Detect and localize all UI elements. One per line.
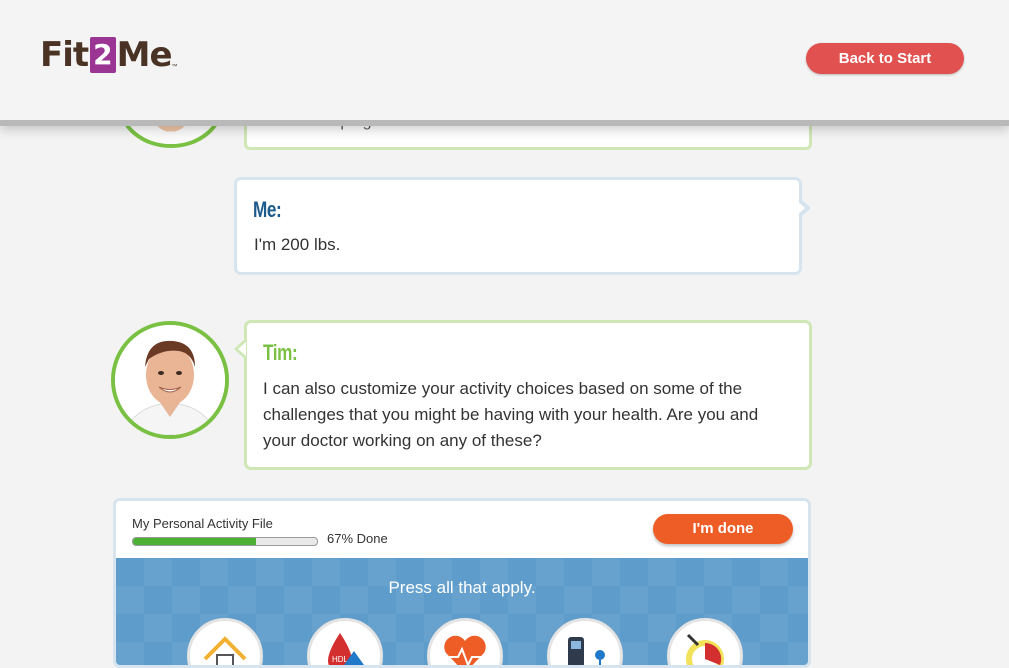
- blood-sugar-meter-icon[interactable]: [547, 618, 623, 665]
- activity-file-title: My Personal Activity File: [132, 516, 273, 531]
- pie-chart-icon[interactable]: [667, 618, 743, 665]
- health-challenge-choices: Press all that apply. HDL: [116, 558, 808, 665]
- heart-icon[interactable]: [427, 618, 503, 665]
- choices-prompt: Press all that apply.: [388, 578, 536, 597]
- logo-text-2: 2: [90, 37, 116, 73]
- bubble-pointer: [797, 198, 811, 218]
- logo-trademark: ™: [171, 64, 178, 70]
- fit2me-logo[interactable]: Fit 2 Me ™: [40, 36, 178, 76]
- tim-avatar: [111, 321, 229, 439]
- im-done-button[interactable]: I'm done: [653, 514, 793, 544]
- progress-bar: [132, 537, 318, 546]
- tim-message-text: I can also customize your activity choic…: [263, 379, 759, 450]
- house-icon[interactable]: [187, 618, 263, 665]
- bubble-pointer: [234, 339, 246, 359]
- tim-speaker-label: Tim:: [263, 340, 298, 365]
- progress-text: 67% Done: [327, 531, 388, 546]
- me-message-bubble: Me: I'm 200 lbs.: [234, 177, 811, 275]
- progress-bar-fill: [133, 538, 257, 545]
- back-to-start-button[interactable]: Back to Start: [806, 43, 964, 74]
- me-message-text: I'm 200 lbs.: [254, 235, 341, 254]
- logo-text-fit: Fit: [40, 35, 89, 75]
- tim-message-bubble: Tim: I can also customize your activity …: [234, 320, 812, 470]
- app-header: Fit 2 Me ™ Back to Start: [0, 0, 1009, 126]
- logo-text-me: Me: [116, 35, 173, 75]
- hdl-cholesterol-icon[interactable]: HDL: [307, 618, 383, 665]
- me-speaker-label: Me:: [253, 197, 282, 222]
- activity-file-panel: My Personal Activity File 67% Done I'm d…: [113, 498, 811, 668]
